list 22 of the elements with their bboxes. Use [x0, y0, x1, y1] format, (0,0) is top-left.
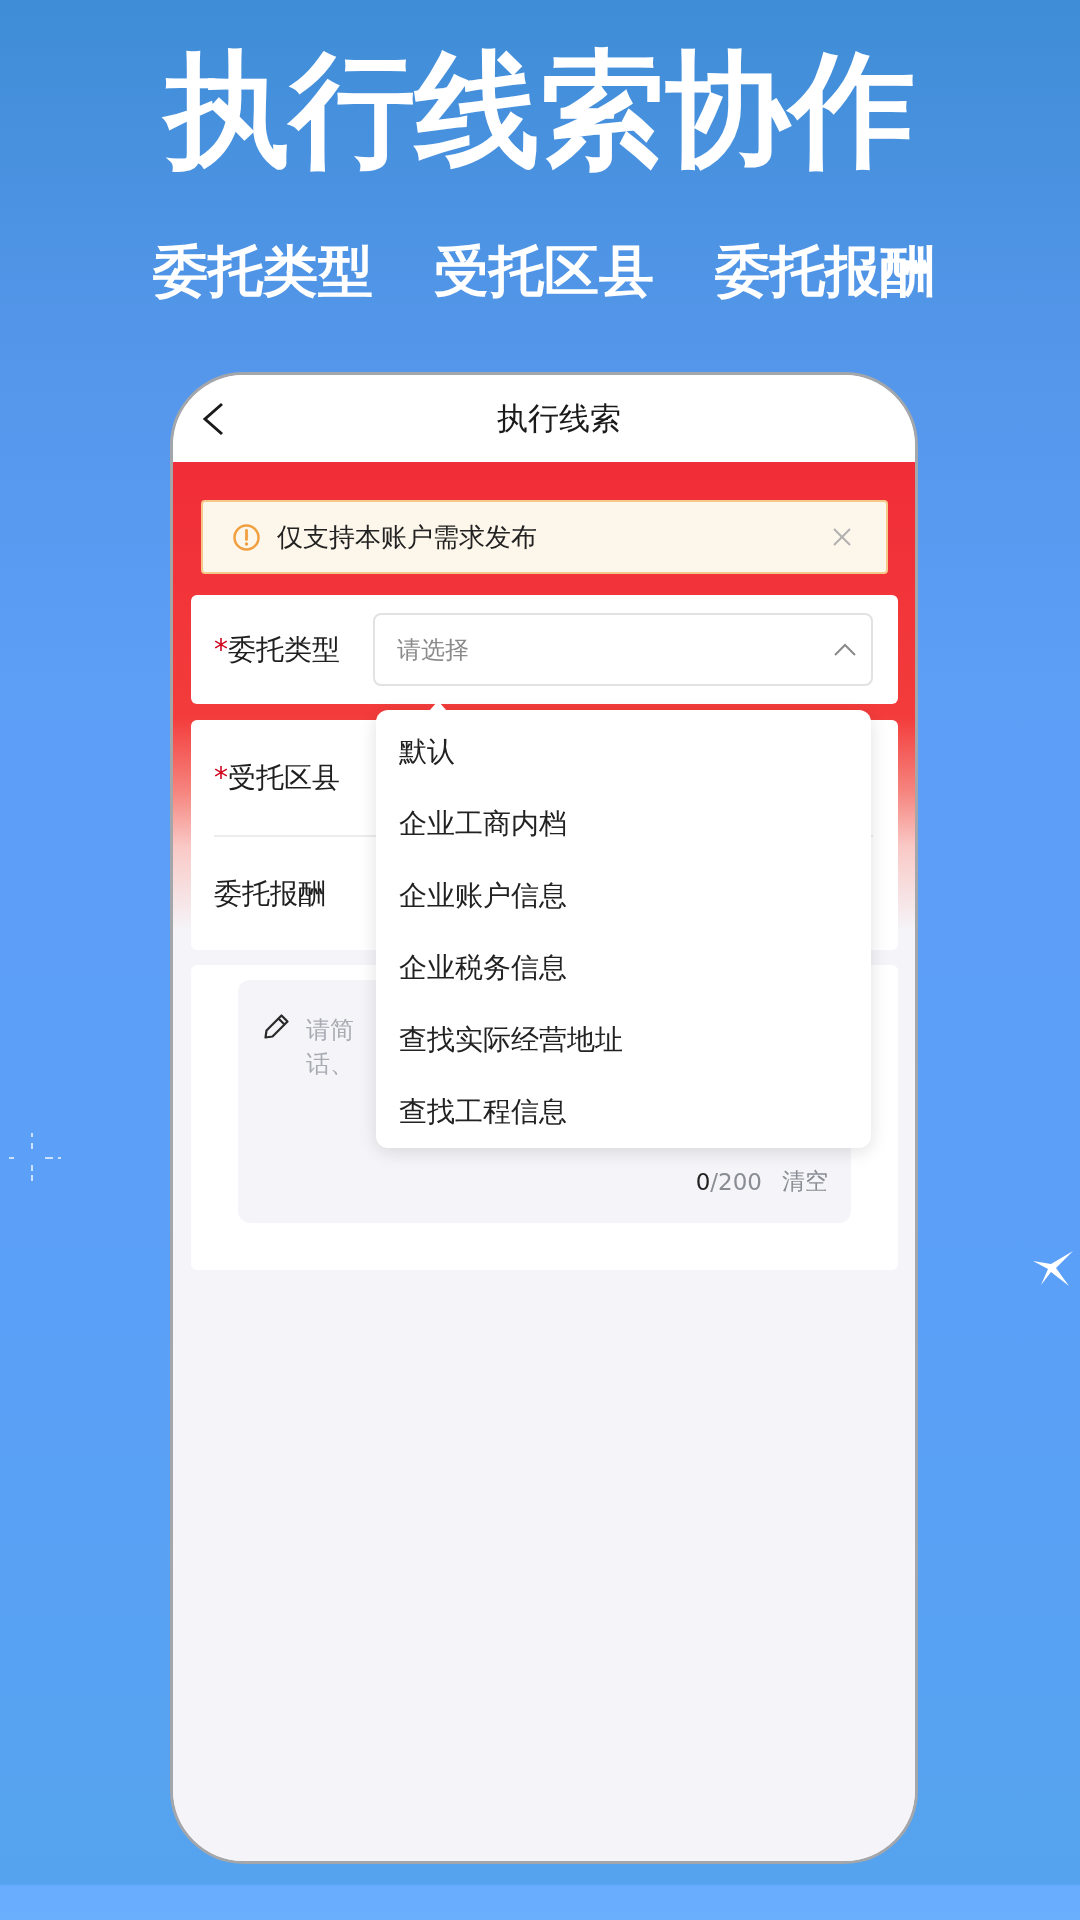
- feature-heading: 受托区县: [434, 244, 654, 299]
- dropdown-option[interactable]: 查找工程信息: [376, 1076, 871, 1148]
- chevron-up-icon: [834, 643, 856, 656]
- character-counter: 0/200: [695, 1168, 762, 1195]
- warning-icon: [233, 523, 260, 551]
- notice-text: 仅支持本账户需求发布: [277, 520, 538, 554]
- dropdown-option[interactable]: 企业工商内档: [376, 788, 871, 860]
- nav-title: 执行线索: [496, 398, 621, 438]
- dropdown-option[interactable]: 默认: [376, 716, 871, 788]
- description-placeholder: 请简 话、: [306, 1015, 354, 1080]
- dashed-cross-icon: [8, 1132, 62, 1182]
- back-icon[interactable]: [202, 401, 224, 436]
- feature-heading: 委托报酬: [715, 244, 935, 299]
- dropdown-option[interactable]: 查找实际经营地址: [376, 1004, 871, 1076]
- pencil-icon: [263, 1013, 290, 1040]
- dropdown-option[interactable]: 企业税务信息: [376, 932, 871, 1004]
- field-label: *委托类型: [214, 631, 341, 668]
- sparkle-icon: [1033, 1251, 1073, 1287]
- feature-heading: 委托类型: [153, 244, 373, 299]
- field-label: 委托报酬: [214, 875, 327, 912]
- dropdown-option[interactable]: 企业账户信息: [376, 860, 871, 932]
- field-label: *受托区县: [214, 759, 341, 796]
